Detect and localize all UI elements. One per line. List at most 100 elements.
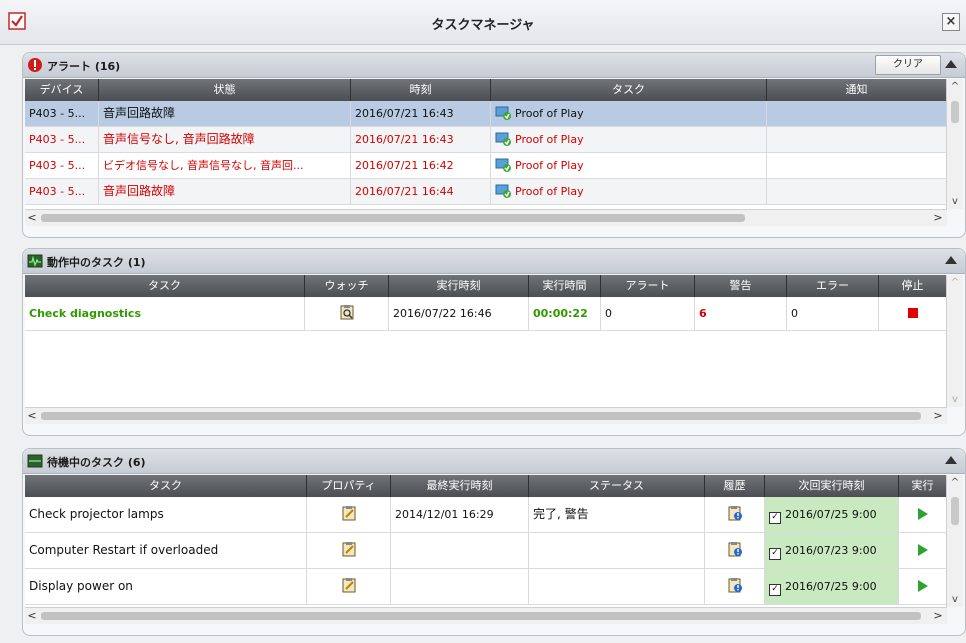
checkbox-checked-icon[interactable]: ✓ <box>769 584 781 596</box>
collapse-arrow-icon[interactable] <box>945 256 957 264</box>
scroll-right-icon[interactable]: > <box>931 211 945 224</box>
play-icon[interactable] <box>917 580 928 592</box>
col-time[interactable]: 時刻 <box>351 79 491 101</box>
scroll-thumb[interactable] <box>41 412 921 420</box>
col-properties[interactable]: プロパティ <box>307 475 391 497</box>
checkbox-checked-icon[interactable]: ✓ <box>769 548 781 560</box>
table-row[interactable]: Display power on ✓ 2016/07/25 9:00 <box>25 569 947 605</box>
title-bar: タスクマネージャ × <box>0 0 966 45</box>
cell-run <box>899 569 947 604</box>
scroll-thumb[interactable] <box>951 101 959 123</box>
running-panel-header: 動作中のタスク (1) <box>23 249 965 274</box>
scroll-thumb[interactable] <box>951 497 959 525</box>
task-image-icon <box>495 184 511 198</box>
cell-next-run[interactable]: ✓ 2016/07/25 9:00 <box>765 497 899 532</box>
cell-status: 完了, 警告 <box>529 497 705 532</box>
edit-properties-icon[interactable] <box>341 577 357 593</box>
waiting-horizontal-scrollbar[interactable]: < > <box>25 607 947 624</box>
scroll-left-icon[interactable]: < <box>25 211 39 224</box>
col-start-time[interactable]: 実行時刻 <box>389 275 529 297</box>
col-last-run[interactable]: 最終実行時刻 <box>391 475 529 497</box>
cell-elapsed: 00:00:22 <box>529 297 601 330</box>
edit-properties-icon[interactable] <box>341 541 357 557</box>
history-icon[interactable] <box>727 577 743 593</box>
waiting-tasks-panel: 待機中のタスク (6) タスク プロパティ 最終実行時刻 ステータス 履歴 次回… <box>22 448 966 636</box>
play-icon[interactable] <box>917 508 928 520</box>
scroll-right-icon[interactable]: > <box>931 609 945 622</box>
running-tasks-panel: 動作中のタスク (1) タスク ウォッチ 実行時刻 実行時間 アラート 警告 エ… <box>22 248 966 436</box>
cell-status <box>529 569 705 604</box>
collapse-arrow-icon[interactable] <box>945 456 957 464</box>
scroll-left-icon[interactable]: < <box>25 409 39 422</box>
col-device[interactable]: デバイス <box>25 79 99 101</box>
table-row[interactable]: P403 - 5... 音声回路故障 2016/07/21 16:44 Proo… <box>25 179 947 205</box>
next-run-text: 2016/07/23 9:00 <box>785 544 877 557</box>
alerts-horizontal-scrollbar[interactable]: < > <box>25 209 947 226</box>
running-header-row: タスク ウォッチ 実行時刻 実行時間 アラート 警告 エラー 停止 <box>25 275 947 297</box>
scroll-right-icon[interactable]: > <box>931 409 945 422</box>
col-warnings[interactable]: 警告 <box>695 275 787 297</box>
alerts-panel: アラート (16) クリア デバイス 状態 時刻 タスク 通知 P403 - 5… <box>22 52 966 238</box>
cell-state: 音声回路故障 <box>99 179 351 204</box>
task-image-icon <box>495 106 511 120</box>
scroll-down-icon[interactable]: v <box>947 394 963 405</box>
cell-state: 音声信号なし, 音声回路故障 <box>99 127 351 152</box>
cell-task: Proof of Play <box>515 133 584 146</box>
next-run-text: 2016/07/25 9:00 <box>785 508 877 521</box>
cell-task: Computer Restart if overloaded <box>25 533 307 568</box>
history-icon[interactable] <box>727 541 743 557</box>
edit-properties-icon[interactable] <box>341 505 357 521</box>
cell-warnings: 6 <box>695 297 787 330</box>
col-watch[interactable]: ウォッチ <box>305 275 389 297</box>
table-row[interactable]: P403 - 5... ビデオ信号なし, 音声信号なし, 音声回... 2016… <box>25 153 947 179</box>
table-row[interactable]: P403 - 5... 音声回路故障 2016/07/21 16:43 Proo… <box>25 101 947 127</box>
cell-next-run[interactable]: ✓ 2016/07/25 9:00 <box>765 569 899 604</box>
col-stop[interactable]: 停止 <box>879 275 947 297</box>
scroll-thumb[interactable] <box>41 214 745 222</box>
watch-clipboard-icon[interactable] <box>339 304 355 320</box>
scroll-left-icon[interactable]: < <box>25 609 39 622</box>
table-row[interactable]: Computer Restart if overloaded ✓ 2016/07/… <box>25 533 947 569</box>
table-row[interactable]: Check projector lamps 2014/12/01 16:29 完… <box>25 497 947 533</box>
running-vertical-scrollbar[interactable]: ^ v <box>946 275 963 407</box>
running-horizontal-scrollbar[interactable]: < > <box>25 407 947 424</box>
scroll-up-icon[interactable]: ^ <box>947 477 963 488</box>
scroll-down-icon[interactable]: v <box>947 594 963 605</box>
scroll-thumb[interactable] <box>41 612 921 620</box>
cell-notice <box>767 153 947 178</box>
cell-device: P403 - 5... <box>25 127 99 152</box>
col-run[interactable]: 実行 <box>899 475 947 497</box>
scroll-up-icon[interactable]: ^ <box>947 81 963 92</box>
checkbox-checked-icon[interactable]: ✓ <box>769 512 781 524</box>
table-row[interactable]: P403 - 5... 音声信号なし, 音声回路故障 2016/07/21 16… <box>25 127 947 153</box>
collapse-arrow-icon[interactable] <box>945 60 957 68</box>
col-task[interactable]: タスク <box>25 275 305 297</box>
cell-next-run[interactable]: ✓ 2016/07/23 9:00 <box>765 533 899 568</box>
waiting-vertical-scrollbar[interactable]: ^ v <box>946 475 963 607</box>
col-task[interactable]: タスク <box>25 475 307 497</box>
scroll-up-icon[interactable]: ^ <box>947 277 963 288</box>
close-button[interactable]: × <box>942 13 960 31</box>
cell-task: Proof of Play <box>515 107 584 120</box>
col-status[interactable]: ステータス <box>529 475 705 497</box>
cell-last-run: 2014/12/01 16:29 <box>391 497 529 532</box>
alerts-vertical-scrollbar[interactable]: ^ v <box>946 79 963 209</box>
waiting-grid: タスク プロパティ 最終実行時刻 ステータス 履歴 次回実行時刻 実行 Chec… <box>25 475 947 607</box>
col-elapsed[interactable]: 実行時間 <box>529 275 601 297</box>
cell-properties <box>307 497 391 532</box>
scroll-down-icon[interactable]: v <box>947 196 963 207</box>
col-next-run[interactable]: 次回実行時刻 <box>765 475 899 497</box>
play-icon[interactable] <box>917 544 928 556</box>
col-task[interactable]: タスク <box>491 79 767 101</box>
col-errors[interactable]: エラー <box>787 275 879 297</box>
table-row[interactable]: Check diagnostics 2016/07/22 16:46 00:00… <box>25 297 947 331</box>
col-state[interactable]: 状態 <box>99 79 351 101</box>
col-alerts[interactable]: アラート <box>601 275 695 297</box>
col-notice[interactable]: 通知 <box>767 79 947 101</box>
cell-device: P403 - 5... <box>25 101 99 126</box>
cell-errors: 0 <box>787 297 879 330</box>
clear-button[interactable]: クリア <box>875 55 941 75</box>
history-icon[interactable] <box>727 505 743 521</box>
col-history[interactable]: 履歴 <box>705 475 765 497</box>
stop-icon[interactable] <box>907 308 918 318</box>
